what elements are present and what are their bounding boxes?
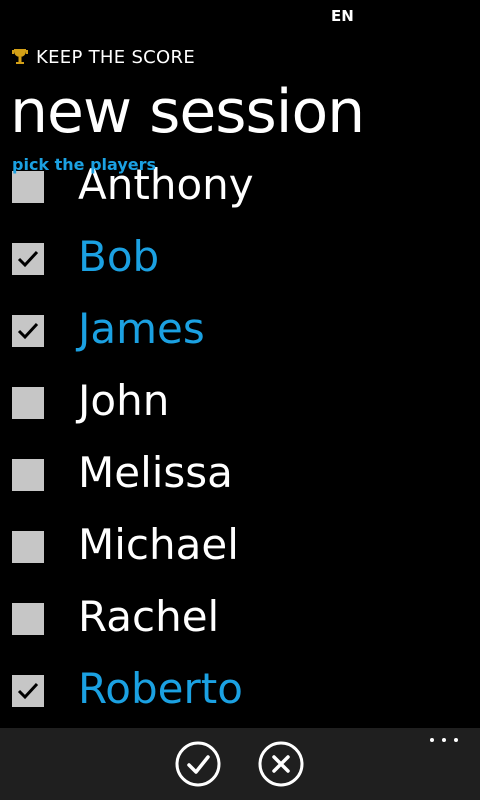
- player-checkbox[interactable]: [12, 531, 44, 563]
- player-checkbox[interactable]: [12, 171, 44, 203]
- checkmark-icon: [17, 322, 39, 340]
- player-row[interactable]: Bob: [0, 219, 480, 291]
- app-title: KEEP THE SCORE: [36, 46, 195, 68]
- player-list-viewport[interactable]: Anthony Bob James John Melissa Michael Rachel R…: [0, 155, 480, 728]
- page-title: new session: [10, 77, 365, 147]
- player-row[interactable]: Michael: [0, 507, 480, 579]
- player-checkbox[interactable]: [12, 315, 44, 347]
- trophy-icon: [12, 47, 28, 67]
- player-name: Bob: [78, 232, 160, 281]
- player-row[interactable]: Roberto: [0, 651, 480, 723]
- player-row[interactable]: John: [0, 363, 480, 435]
- player-row[interactable]: James: [0, 291, 480, 363]
- player-checkbox[interactable]: [12, 603, 44, 635]
- app-header: KEEP THE SCORE: [12, 45, 195, 69]
- player-row[interactable]: Rachel: [0, 579, 480, 651]
- ellipsis-icon: [442, 738, 446, 742]
- status-bar: EN: [0, 0, 480, 32]
- cancel-button[interactable]: [258, 741, 304, 787]
- player-name: James: [78, 304, 205, 353]
- player-name: Roberto: [78, 664, 243, 713]
- checkmark-icon: [17, 682, 39, 700]
- checkmark-icon: [17, 250, 39, 268]
- player-name: Rachel: [78, 592, 220, 641]
- player-row[interactable]: Melissa: [0, 435, 480, 507]
- language-indicator: EN: [331, 7, 354, 25]
- player-name: Michael: [78, 520, 239, 569]
- more-button[interactable]: [430, 738, 458, 746]
- player-checkbox[interactable]: [12, 459, 44, 491]
- player-checkbox[interactable]: [12, 387, 44, 419]
- section-label: pick the players: [12, 155, 157, 174]
- player-checkbox[interactable]: [12, 675, 44, 707]
- app-bar: [0, 728, 480, 800]
- player-checkbox[interactable]: [12, 243, 44, 275]
- ellipsis-icon: [430, 738, 434, 742]
- player-name: John: [78, 376, 170, 425]
- cancel-icon: [258, 741, 304, 787]
- player-name: Melissa: [78, 448, 233, 497]
- ellipsis-icon: [454, 738, 458, 742]
- confirm-button[interactable]: [175, 741, 221, 787]
- check-icon: [175, 741, 221, 787]
